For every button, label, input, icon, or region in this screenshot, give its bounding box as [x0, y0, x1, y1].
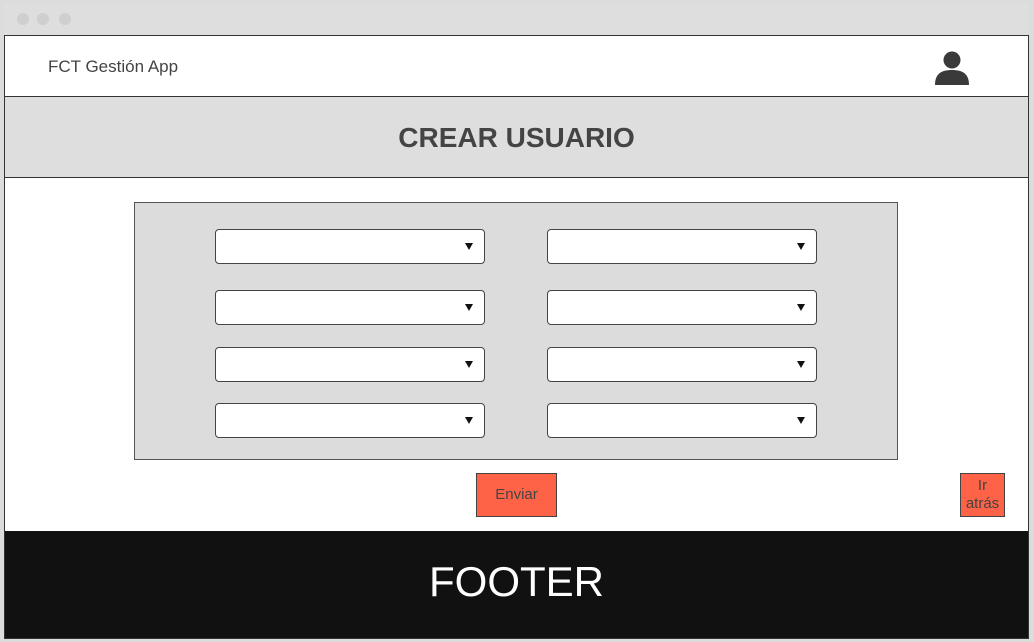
chevron-down-icon — [797, 304, 805, 311]
select-field-8[interactable] — [547, 403, 817, 438]
top-navbar: FCT Gestión App — [5, 36, 1028, 97]
chevron-down-icon — [797, 361, 805, 368]
select-field-7[interactable] — [215, 403, 485, 438]
user-icon[interactable] — [934, 50, 970, 86]
select-field-5[interactable] — [215, 347, 485, 382]
chevron-down-icon — [797, 243, 805, 250]
select-field-1[interactable] — [215, 229, 485, 264]
footer-text: FOOTER — [429, 558, 604, 605]
window-titlebar — [4, 4, 1028, 35]
select-field-4[interactable] — [547, 290, 817, 325]
page-footer: FOOTER — [5, 531, 1028, 638]
chevron-down-icon — [465, 417, 473, 424]
page-title: CREAR USUARIO — [398, 122, 635, 153]
send-button[interactable]: Enviar — [476, 473, 557, 517]
app-title: FCT Gestión App — [48, 57, 179, 76]
chevron-down-icon — [465, 361, 473, 368]
window-dot-maximize[interactable] — [59, 13, 71, 25]
browser-window: FCT Gestión App CREAR USUARIO Enviar Ir … — [0, 0, 1034, 642]
form-panel — [134, 202, 898, 460]
select-field-2[interactable] — [547, 229, 817, 264]
window-dot-minimize[interactable] — [37, 13, 49, 25]
select-field-6[interactable] — [547, 347, 817, 382]
back-button[interactable]: Ir atrás — [960, 473, 1005, 517]
chevron-down-icon — [465, 304, 473, 311]
select-field-3[interactable] — [215, 290, 485, 325]
page-heading-band: CREAR USUARIO — [5, 97, 1028, 178]
app-frame: FCT Gestión App CREAR USUARIO Enviar Ir … — [4, 35, 1029, 639]
chevron-down-icon — [465, 243, 473, 250]
window-dot-close[interactable] — [17, 13, 29, 25]
chevron-down-icon — [797, 417, 805, 424]
